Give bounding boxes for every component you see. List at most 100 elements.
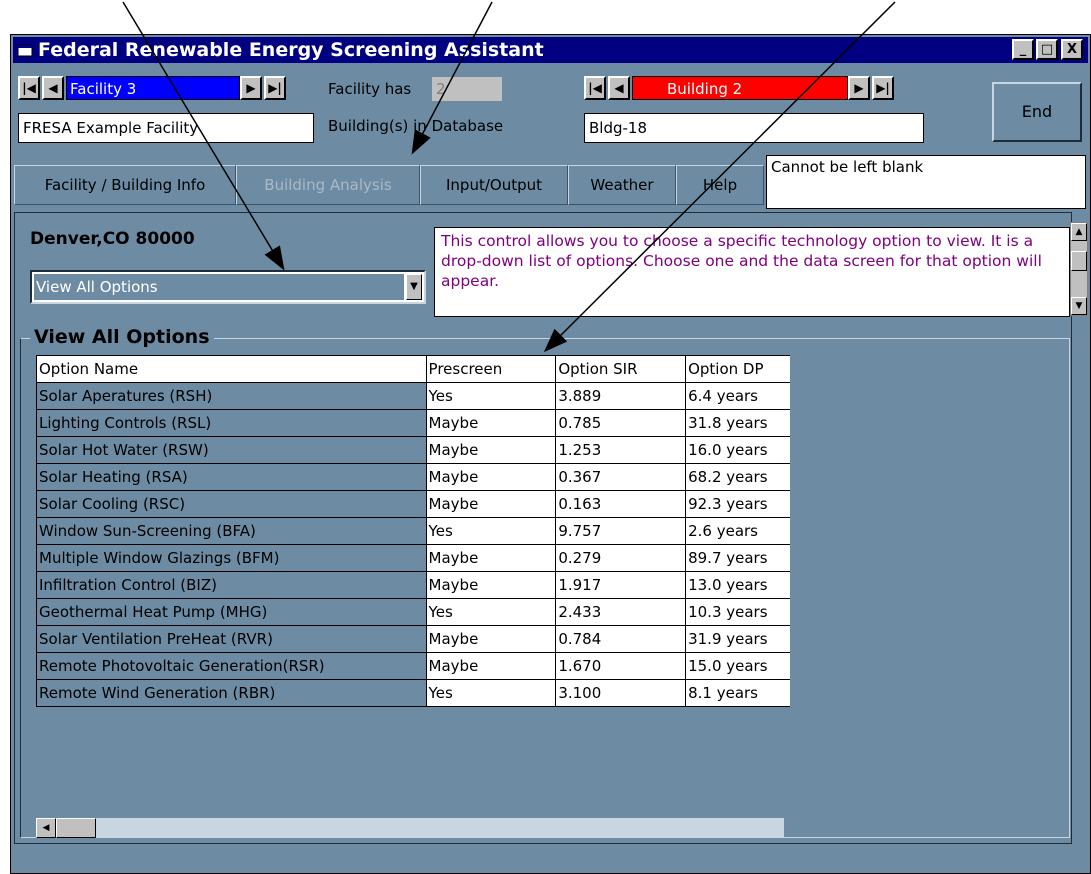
table-cell[interactable]: 92.3 years <box>685 490 790 518</box>
facility-prev-button[interactable]: ◀ <box>42 76 64 100</box>
table-row[interactable]: Multiple Window Glazings (BFM) Maybe 0.279… <box>36 544 790 572</box>
table-row[interactable]: Remote Photovoltaic Generation(RSR) Maybe… <box>36 652 790 680</box>
table-cell[interactable]: 89.7 years <box>685 544 790 572</box>
scroll-left-icon[interactable]: ◀ <box>36 818 56 838</box>
column-header[interactable]: Prescreen <box>425 355 557 383</box>
table-cell[interactable]: Lighting Controls (RSL) <box>36 409 427 437</box>
table-cell[interactable]: 16.0 years <box>685 436 790 464</box>
chevron-down-icon[interactable]: ▼ <box>406 274 422 300</box>
table-row[interactable]: Remote Wind Generation (RBR) Yes 3.100 8.1 … <box>36 679 790 707</box>
table-cell[interactable]: Maybe <box>425 436 557 464</box>
table-cell[interactable]: 3.100 <box>555 679 687 707</box>
table-cell[interactable]: 10.3 years <box>685 598 790 626</box>
table-row[interactable]: Solar Cooling (RSC) Maybe 0.163 92.3 years <box>36 490 790 518</box>
table-cell[interactable]: 2.6 years <box>685 517 790 545</box>
building-selector[interactable]: Building 2 <box>632 76 848 100</box>
table-row[interactable]: Infiltration Control (BIZ) Maybe 1.917 13.0… <box>36 571 790 599</box>
table-row[interactable]: Solar Heating (RSA) Maybe 0.367 68.2 years <box>36 463 790 491</box>
minimize-button[interactable]: _ <box>1012 39 1034 60</box>
table-cell[interactable]: 1.253 <box>555 436 687 464</box>
tab-help[interactable]: Help <box>676 165 764 205</box>
building-prev-button[interactable]: ◀ <box>608 76 630 100</box>
table-cell[interactable]: 0.279 <box>555 544 687 572</box>
facility-first-button[interactable]: |◀ <box>18 76 40 100</box>
table-cell[interactable]: 15.0 years <box>685 652 790 680</box>
table-cell[interactable]: Solar Heating (RSA) <box>36 463 427 491</box>
help-scrollbar[interactable]: ▲ ▼ <box>1070 222 1088 316</box>
help-text-box: This control allows you to choose a spec… <box>434 227 1070 317</box>
tab-weather[interactable]: Weather <box>568 165 676 205</box>
table-row[interactable]: Window Sun-Screening (BFA) Yes 9.757 2.6 ye… <box>36 517 790 545</box>
table-cell[interactable]: Yes <box>425 679 557 707</box>
table-cell[interactable]: 3.889 <box>555 382 687 410</box>
facility-next-button[interactable]: ▶ <box>240 76 262 100</box>
column-header[interactable]: Option Name <box>36 355 427 383</box>
column-header[interactable]: Option DP <box>685 355 790 383</box>
table-cell[interactable]: Maybe <box>425 625 557 653</box>
table-row[interactable]: Lighting Controls (RSL) Maybe 0.785 31.8 ye… <box>36 409 790 437</box>
table-cell[interactable]: Maybe <box>425 571 557 599</box>
table-cell[interactable]: Window Sun-Screening (BFA) <box>36 517 427 545</box>
table-cell[interactable]: Maybe <box>425 652 557 680</box>
table-cell[interactable]: Maybe <box>425 463 557 491</box>
table-cell[interactable]: Solar Hot Water (RSW) <box>36 436 427 464</box>
options-grid[interactable]: Option Name Prescreen Option SIR Option … <box>36 355 790 775</box>
building-last-button[interactable]: ▶| <box>872 76 894 100</box>
table-cell[interactable]: Infiltration Control (BIZ) <box>36 571 427 599</box>
table-cell[interactable]: Solar Ventilation PreHeat (RVR) <box>36 625 427 653</box>
option-dropdown[interactable]: View All Options ▼ <box>30 270 426 304</box>
tab-input-output[interactable]: Input/Output <box>420 165 568 205</box>
table-cell[interactable]: 0.784 <box>555 625 687 653</box>
table-cell[interactable]: Yes <box>425 517 557 545</box>
table-row[interactable]: Geothermal Heat Pump (MHG) Yes 2.433 10.3 y… <box>36 598 790 626</box>
scroll-down-icon[interactable]: ▼ <box>1071 297 1087 315</box>
table-cell[interactable]: 8.1 years <box>685 679 790 707</box>
table-cell[interactable]: 31.8 years <box>685 409 790 437</box>
table-cell[interactable]: Solar Cooling (RSC) <box>36 490 427 518</box>
table-cell[interactable]: 1.917 <box>555 571 687 599</box>
maximize-button[interactable]: □ <box>1036 39 1058 60</box>
facility-name-field[interactable]: FRESA Example Facility <box>18 113 314 143</box>
building-next-button[interactable]: ▶ <box>848 76 870 100</box>
table-row[interactable]: Solar Hot Water (RSW) Maybe 1.253 16.0 year… <box>36 436 790 464</box>
table-cell[interactable]: 1.670 <box>555 652 687 680</box>
scroll-up-icon[interactable]: ▲ <box>1071 223 1087 241</box>
end-button[interactable]: End <box>992 82 1082 142</box>
table-cell[interactable]: Maybe <box>425 544 557 572</box>
tab-building-analysis[interactable]: Building Analysis <box>236 165 420 205</box>
table-cell[interactable]: 2.433 <box>555 598 687 626</box>
table-cell[interactable]: 0.163 <box>555 490 687 518</box>
table-cell[interactable]: Maybe <box>425 409 557 437</box>
horizontal-scroll-thumb[interactable] <box>56 818 96 838</box>
table-cell[interactable]: Solar Aperatures (RSH) <box>36 382 427 410</box>
table-cell[interactable]: Yes <box>425 382 557 410</box>
status-message-box: Cannot be left blank <box>766 155 1086 209</box>
table-row[interactable]: Solar Ventilation PreHeat (RVR) Maybe 0.78… <box>36 625 790 653</box>
building-count-field: 2 <box>432 77 502 101</box>
table-cell[interactable]: Maybe <box>425 490 557 518</box>
table-cell[interactable]: 31.9 years <box>685 625 790 653</box>
building-first-button[interactable]: |◀ <box>584 76 606 100</box>
table-row[interactable]: Solar Aperatures (RSH) Yes 3.889 6.4 years <box>36 382 790 410</box>
table-cell[interactable]: 6.4 years <box>685 382 790 410</box>
table-cell[interactable]: 0.785 <box>555 409 687 437</box>
close-button[interactable]: X <box>1061 39 1083 60</box>
table-header-row: Option Name Prescreen Option SIR Option … <box>36 355 790 383</box>
table-cell[interactable]: Yes <box>425 598 557 626</box>
table-cell[interactable]: Multiple Window Glazings (BFM) <box>36 544 427 572</box>
facility-selector[interactable]: Facility 3 <box>66 76 240 100</box>
table-cell[interactable]: 68.2 years <box>685 463 790 491</box>
table-cell[interactable]: 0.367 <box>555 463 687 491</box>
facility-has-label: Facility has <box>328 80 412 98</box>
table-cell[interactable]: Geothermal Heat Pump (MHG) <box>36 598 427 626</box>
table-cell[interactable]: Remote Wind Generation (RBR) <box>36 679 427 707</box>
tab-facility-building-info[interactable]: Facility / Building Info <box>14 165 236 205</box>
facility-last-button[interactable]: ▶| <box>264 76 286 100</box>
building-name-field[interactable]: Bldg-18 <box>584 113 924 143</box>
horizontal-scrollbar[interactable]: ◀ <box>36 818 784 838</box>
scroll-thumb[interactable] <box>1071 251 1087 271</box>
table-cell[interactable]: 9.757 <box>555 517 687 545</box>
table-cell[interactable]: Remote Photovoltaic Generation(RSR) <box>36 652 427 680</box>
table-cell[interactable]: 13.0 years <box>685 571 790 599</box>
column-header[interactable]: Option SIR <box>555 355 687 383</box>
